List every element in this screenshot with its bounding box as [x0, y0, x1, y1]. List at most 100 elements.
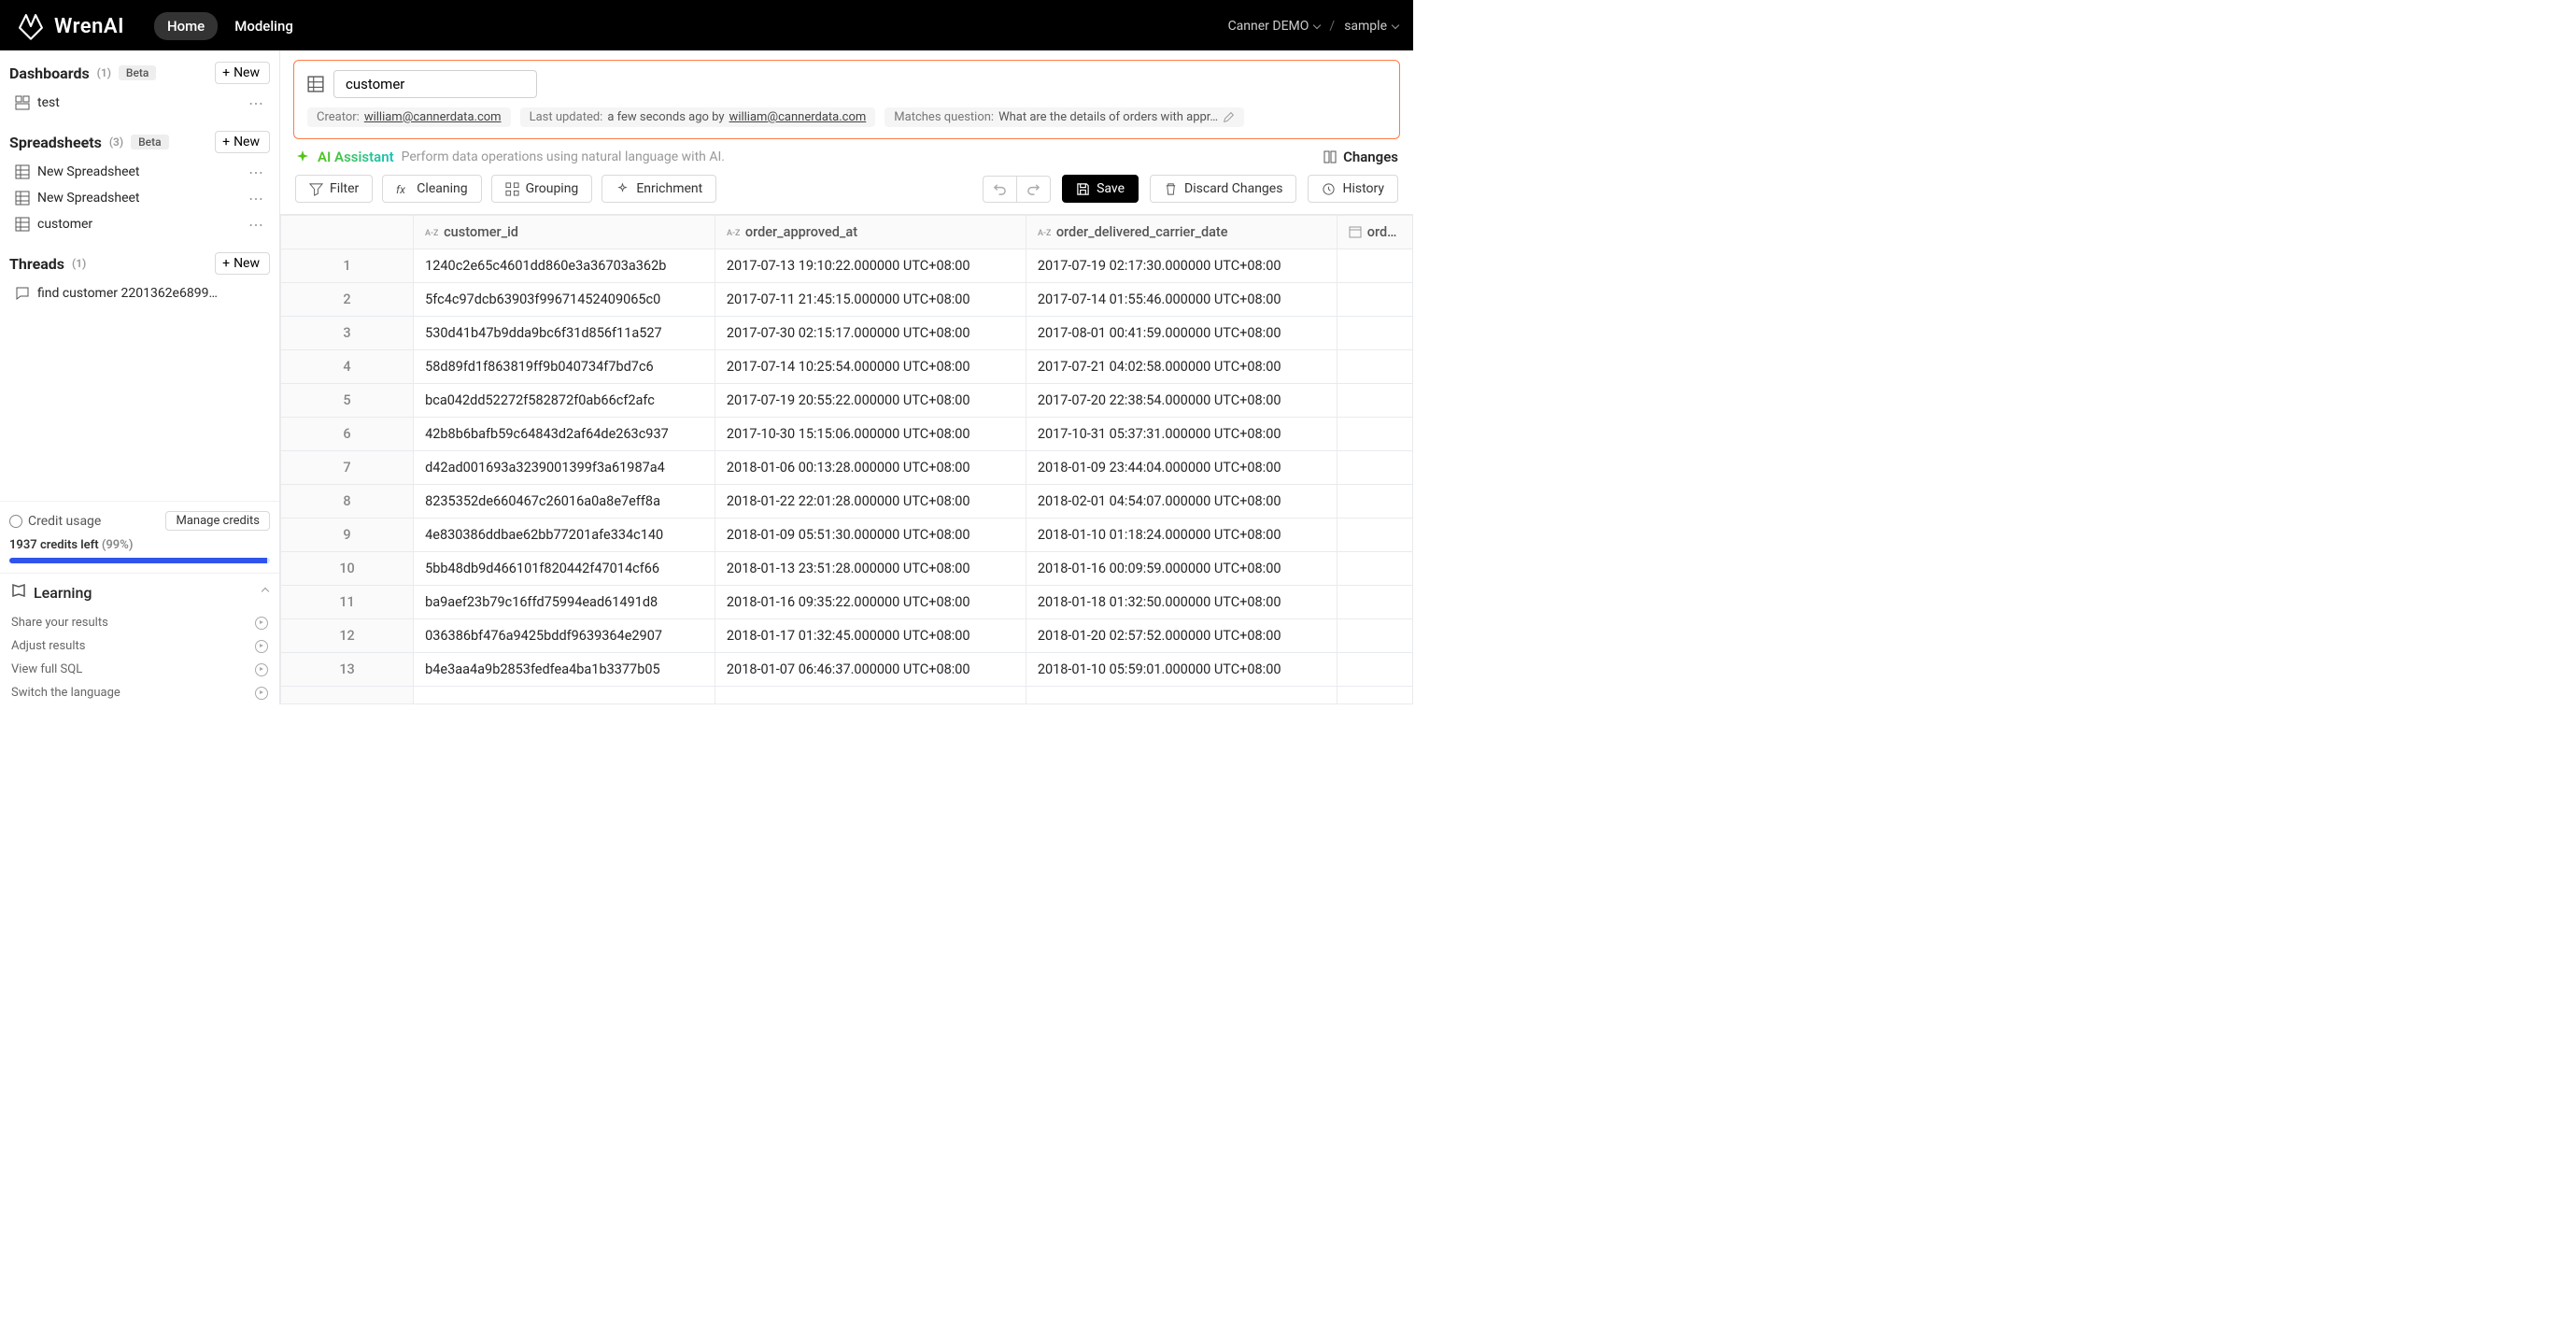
table-row[interactable]: 94e830386ddbae62bb77201afe334c1402018-01… — [281, 519, 1413, 552]
data-grid[interactable]: A-Zcustomer_id A-Zorder_approved_at A-Zo… — [280, 214, 1413, 704]
table-row[interactable]: 105bb48db9d466101f820442f47014cf662018-0… — [281, 552, 1413, 586]
table-cell[interactable]: 2017-07-30 02:15:17.000000 UTC+08:00 — [715, 317, 1026, 350]
sidebar-item-spreadsheet[interactable]: customer ⋯ — [9, 211, 270, 237]
table-row[interactable]: 88235352de660467c26016a0a8e7eff8a2018-01… — [281, 485, 1413, 519]
table-cell[interactable] — [1337, 653, 1412, 687]
updater-email-link[interactable]: william@cannerdata.com — [729, 110, 867, 124]
nav-tab-home[interactable]: Home — [154, 12, 218, 40]
manage-credits-button[interactable]: Manage credits — [165, 511, 270, 531]
sidebar-item-spreadsheet[interactable]: New Spreadsheet ⋯ — [9, 185, 270, 211]
table-cell[interactable]: 2017-07-21 04:02:58.000000 UTC+08:00 — [1026, 350, 1337, 384]
table-cell[interactable]: 2017-07-20 22:38:54.000000 UTC+08:00 — [1026, 384, 1337, 418]
table-row[interactable] — [281, 687, 1413, 704]
table-cell[interactable] — [1337, 384, 1412, 418]
table-cell[interactable]: 2018-01-06 00:13:28.000000 UTC+08:00 — [715, 451, 1026, 485]
sidebar-item-dashboard[interactable]: test ⋯ — [9, 90, 270, 116]
table-cell[interactable] — [1337, 552, 1412, 586]
table-cell[interactable]: bca042dd52272f582872f0ab66cf2afc — [414, 384, 715, 418]
table-row[interactable]: 458d89fd1f863819ff9b040734f7bd7c62017-07… — [281, 350, 1413, 384]
new-thread-button[interactable]: +New — [215, 252, 270, 275]
table-row[interactable]: 5bca042dd52272f582872f0ab66cf2afc2017-07… — [281, 384, 1413, 418]
learning-toggle[interactable]: Learning — [0, 574, 279, 611]
table-cell[interactable] — [1337, 619, 1412, 653]
column-header[interactable]: A-Zorder_delivered_carrier_date — [1026, 216, 1337, 249]
undo-button[interactable] — [983, 176, 1016, 203]
table-cell[interactable]: 1240c2e65c4601dd860e3a36703a362b — [414, 249, 715, 283]
ai-assistant-label[interactable]: AI Assistant — [318, 149, 394, 165]
new-spreadsheet-button[interactable]: +New — [215, 131, 270, 153]
logo[interactable]: WrenAI — [15, 10, 124, 42]
cleaning-button[interactable]: fxCleaning — [382, 175, 481, 203]
discard-button[interactable]: Discard Changes — [1150, 175, 1296, 203]
table-cell[interactable]: 42b8b6bafb59c64843d2af64de263c937 — [414, 418, 715, 451]
column-header[interactable]: order_ — [1337, 216, 1412, 249]
learning-item[interactable]: Share your results — [0, 611, 279, 634]
table-cell[interactable]: 58d89fd1f863819ff9b040734f7bd7c6 — [414, 350, 715, 384]
learning-item[interactable]: View full SQL — [0, 658, 279, 681]
table-cell[interactable]: 2018-01-09 23:44:04.000000 UTC+08:00 — [1026, 451, 1337, 485]
more-icon[interactable]: ⋯ — [248, 190, 264, 207]
document-name-input[interactable] — [333, 70, 537, 98]
table-row[interactable]: 12036386bf476a9425bddf9639364e29072018-0… — [281, 619, 1413, 653]
table-cell[interactable]: ba9aef23b79c16ffd75994ead61491d8 — [414, 586, 715, 619]
nav-tab-modeling[interactable]: Modeling — [221, 12, 306, 40]
table-cell[interactable] — [1337, 451, 1412, 485]
learning-item[interactable]: Adjust results — [0, 634, 279, 658]
table-cell[interactable]: 2018-01-09 05:51:30.000000 UTC+08:00 — [715, 519, 1026, 552]
table-row[interactable]: 13b4e3aa4a9b2853fedfea4ba1b3377b052018-0… — [281, 653, 1413, 687]
table-cell[interactable]: 2018-01-16 09:35:22.000000 UTC+08:00 — [715, 586, 1026, 619]
table-cell[interactable]: 2017-07-19 20:55:22.000000 UTC+08:00 — [715, 384, 1026, 418]
table-row[interactable]: 7d42ad001693a3239001399f3a61987a42018-01… — [281, 451, 1413, 485]
table-cell[interactable]: 2018-01-07 06:46:37.000000 UTC+08:00 — [715, 653, 1026, 687]
table-cell[interactable] — [1337, 485, 1412, 519]
table-cell[interactable]: 2018-01-10 05:59:01.000000 UTC+08:00 — [1026, 653, 1337, 687]
table-cell[interactable] — [1337, 586, 1412, 619]
table-cell[interactable] — [1337, 249, 1412, 283]
redo-button[interactable] — [1016, 176, 1051, 203]
table-cell[interactable]: 2017-07-13 19:10:22.000000 UTC+08:00 — [715, 249, 1026, 283]
sidebar-item-thread[interactable]: find customer 2201362e6899… — [9, 280, 270, 306]
table-cell[interactable]: 2018-01-18 01:32:50.000000 UTC+08:00 — [1026, 586, 1337, 619]
table-cell[interactable]: 2017-08-01 00:41:59.000000 UTC+08:00 — [1026, 317, 1337, 350]
breadcrumb-dataset[interactable]: sample — [1344, 19, 1398, 34]
table-cell[interactable]: 5bb48db9d466101f820442f47014cf66 — [414, 552, 715, 586]
pencil-icon[interactable] — [1223, 111, 1235, 123]
table-cell[interactable]: 2018-01-10 01:18:24.000000 UTC+08:00 — [1026, 519, 1337, 552]
more-icon[interactable]: ⋯ — [248, 163, 264, 181]
table-cell[interactable]: 2018-01-13 23:51:28.000000 UTC+08:00 — [715, 552, 1026, 586]
table-cell[interactable]: 2017-10-31 05:37:31.000000 UTC+08:00 — [1026, 418, 1337, 451]
creator-email-link[interactable]: william@cannerdata.com — [364, 110, 502, 124]
filter-button[interactable]: Filter — [295, 175, 373, 203]
more-icon[interactable]: ⋯ — [248, 94, 264, 112]
table-cell[interactable]: 2017-07-11 21:45:15.000000 UTC+08:00 — [715, 283, 1026, 317]
enrichment-button[interactable]: Enrichment — [602, 175, 716, 203]
table-cell[interactable]: 2018-01-22 22:01:28.000000 UTC+08:00 — [715, 485, 1026, 519]
table-cell[interactable]: 2017-10-30 15:15:06.000000 UTC+08:00 — [715, 418, 1026, 451]
sidebar-item-spreadsheet[interactable]: New Spreadsheet ⋯ — [9, 159, 270, 185]
history-button[interactable]: History — [1308, 175, 1398, 203]
table-cell[interactable]: 2018-01-20 02:57:52.000000 UTC+08:00 — [1026, 619, 1337, 653]
table-row[interactable]: 11240c2e65c4601dd860e3a36703a362b2017-07… — [281, 249, 1413, 283]
table-cell[interactable]: 2017-07-19 02:17:30.000000 UTC+08:00 — [1026, 249, 1337, 283]
table-cell[interactable] — [1337, 418, 1412, 451]
learning-item[interactable]: Switch the language — [0, 681, 279, 704]
grouping-button[interactable]: Grouping — [491, 175, 593, 203]
table-cell[interactable]: b4e3aa4a9b2853fedfea4ba1b3377b05 — [414, 653, 715, 687]
table-row[interactable]: 642b8b6bafb59c64843d2af64de263c9372017-1… — [281, 418, 1413, 451]
breadcrumb-project[interactable]: Canner DEMO — [1228, 19, 1321, 34]
table-cell[interactable]: 8235352de660467c26016a0a8e7eff8a — [414, 485, 715, 519]
table-cell[interactable] — [1337, 317, 1412, 350]
column-header[interactable]: A-Zcustomer_id — [414, 216, 715, 249]
table-cell[interactable] — [1337, 350, 1412, 384]
table-cell[interactable]: d42ad001693a3239001399f3a61987a4 — [414, 451, 715, 485]
save-button[interactable]: Save — [1062, 175, 1139, 203]
table-cell[interactable] — [1337, 283, 1412, 317]
table-cell[interactable] — [1337, 519, 1412, 552]
new-dashboard-button[interactable]: +New — [215, 62, 270, 84]
table-cell[interactable]: 5fc4c97dcb63903f99671452409065c0 — [414, 283, 715, 317]
table-row[interactable]: 25fc4c97dcb63903f99671452409065c02017-07… — [281, 283, 1413, 317]
table-cell[interactable]: 2018-01-17 01:32:45.000000 UTC+08:00 — [715, 619, 1026, 653]
table-cell[interactable]: 4e830386ddbae62bb77201afe334c140 — [414, 519, 715, 552]
table-row[interactable]: 3530d41b47b9dda9bc6f31d856f11a5272017-07… — [281, 317, 1413, 350]
table-cell[interactable]: 2017-07-14 01:55:46.000000 UTC+08:00 — [1026, 283, 1337, 317]
